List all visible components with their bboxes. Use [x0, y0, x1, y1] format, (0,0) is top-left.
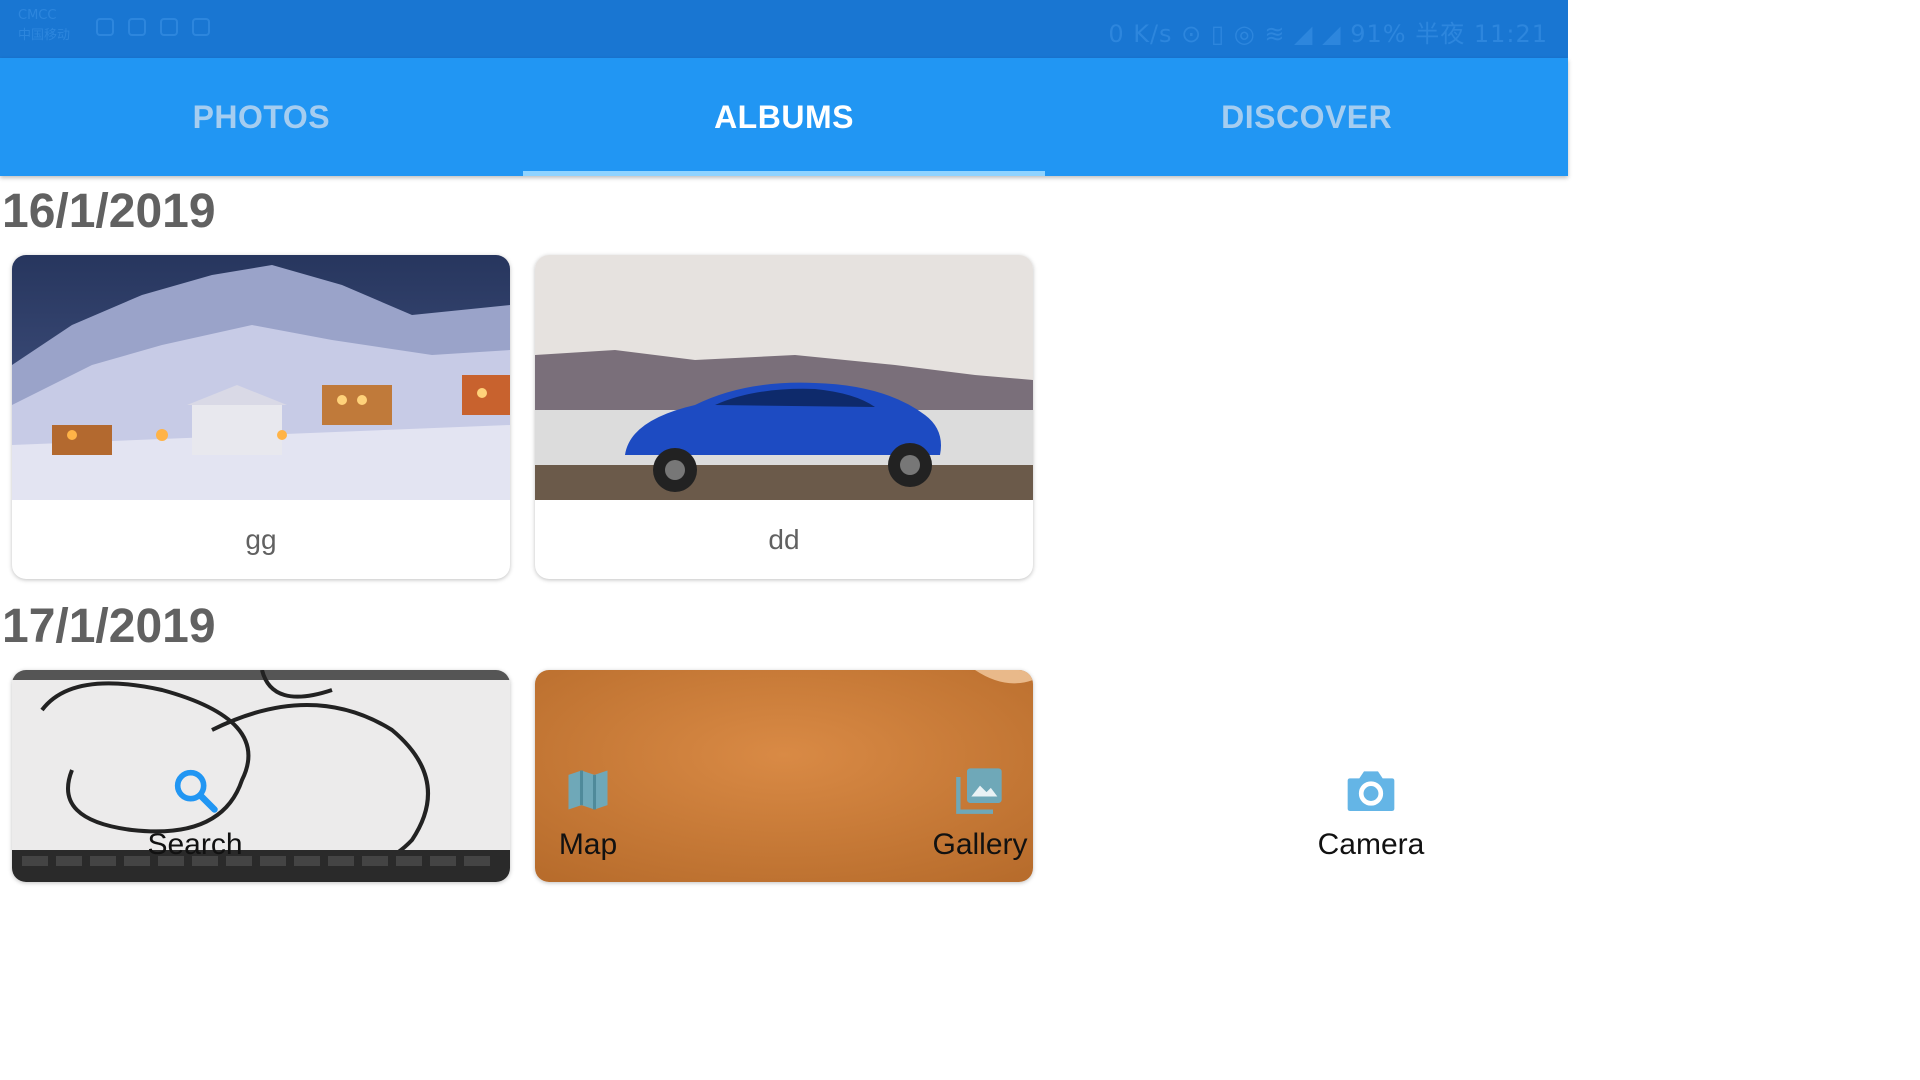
carrier-line-2: 中国移动: [18, 28, 71, 43]
notification-icon: [128, 18, 146, 36]
map-icon: [568, 770, 608, 810]
notification-icon: [192, 18, 210, 36]
tab-photos[interactable]: PHOTOS: [0, 58, 523, 176]
status-right: 0 K/s ⊙ ▯ ◎ ≋ ◢ ◢ 91% 半夜 11:21: [1108, 20, 1548, 48]
bottom-navigation: Search Map Gallery Camera: [0, 760, 1568, 882]
tab-discover[interactable]: DISCOVER: [1045, 58, 1568, 176]
album-name: dd: [768, 523, 800, 555]
carrier-line-1: CMCC: [18, 8, 57, 23]
nav-label-map: Map: [558, 828, 618, 861]
album-card[interactable]: gg: [12, 255, 510, 579]
tab-bar: PHOTOS ALBUMS DISCOVER: [0, 58, 1568, 176]
carrier-label: CMCC 中国移动: [18, 6, 70, 46]
album-thumbnail-blue-car: [535, 255, 1033, 500]
gallery-icon: [956, 768, 1002, 814]
album-name: gg: [245, 523, 277, 555]
notification-icons: [96, 18, 210, 36]
camera-icon: [1347, 771, 1395, 811]
nav-label-gallery: Gallery: [932, 828, 1028, 861]
search-icon: [174, 769, 218, 813]
album-card[interactable]: dd: [535, 255, 1033, 579]
tab-albums[interactable]: ALBUMS: [522, 58, 1046, 176]
album-thumbnail-snowy-village: [12, 255, 510, 500]
nav-camera[interactable]: Camera: [1291, 760, 1451, 862]
nav-label-search: Search: [147, 828, 243, 861]
section-date: 16/1/2019: [2, 185, 216, 238]
nav-gallery[interactable]: Gallery: [900, 760, 1060, 862]
nav-search[interactable]: Search: [115, 760, 275, 862]
notification-icon: [96, 18, 114, 36]
nav-map[interactable]: Map: [508, 760, 668, 862]
section-date: 17/1/2019: [2, 600, 216, 653]
nav-label-camera: Camera: [1317, 828, 1425, 861]
status-bar: CMCC 中国移动 0 K/s ⊙ ▯ ◎ ≋ ◢ ◢ 91% 半夜 11:21: [0, 0, 1568, 58]
notification-icon: [160, 18, 178, 36]
